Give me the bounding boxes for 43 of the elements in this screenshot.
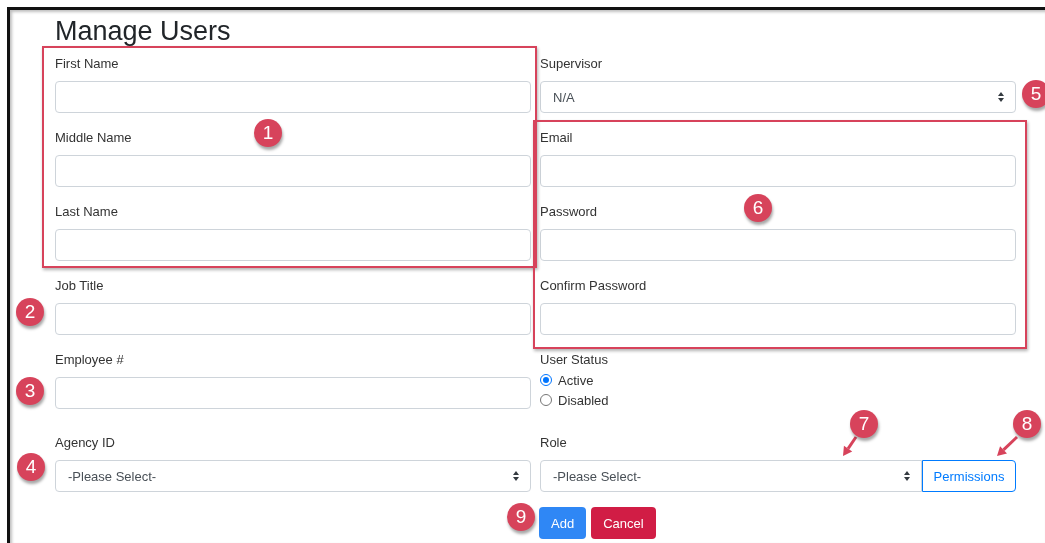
callout-badge: 2 — [16, 298, 44, 326]
callout-badge: 8 — [1013, 410, 1041, 438]
callout-badge: 6 — [744, 194, 772, 222]
callout-badge: 5 — [1022, 80, 1045, 108]
input-field[interactable] — [55, 81, 531, 113]
callout-badge: 7 — [850, 410, 878, 438]
field-label: Supervisor — [540, 56, 603, 72]
field-label: Agency ID — [55, 435, 115, 451]
field-label: Last Name — [55, 204, 118, 220]
caret-icon — [997, 91, 1005, 103]
input-field[interactable] — [540, 303, 1016, 335]
radio-label[interactable]: Active — [558, 372, 594, 388]
field-label: Job Title — [55, 278, 104, 294]
radio-label[interactable]: Disabled — [558, 392, 609, 408]
add-button[interactable]: Add — [539, 507, 587, 539]
input-field[interactable] — [540, 155, 1016, 187]
radio-button[interactable] — [540, 374, 552, 386]
field-label: Email — [540, 130, 573, 146]
select-field[interactable]: N/A — [540, 81, 1016, 113]
input-field[interactable] — [540, 229, 1016, 261]
field-label: First Name — [55, 56, 119, 72]
input-field[interactable] — [55, 155, 531, 187]
select-field[interactable]: -Please Select- — [55, 460, 531, 492]
field-label: Role — [540, 435, 567, 451]
callout-badge: 3 — [16, 377, 44, 405]
input-field[interactable] — [55, 377, 531, 409]
field-label: Confirm Password — [540, 278, 647, 294]
permissions-button[interactable]: Permissions — [922, 460, 1016, 492]
caret-icon — [512, 470, 520, 482]
field-label: User Status — [540, 352, 608, 368]
field-label: Middle Name — [55, 130, 132, 146]
radio-button[interactable] — [540, 394, 552, 406]
input-field[interactable] — [55, 303, 531, 335]
field-label: Employee # — [55, 352, 124, 368]
callout-badge: 9 — [507, 503, 535, 531]
callout-badge: 4 — [17, 453, 45, 481]
caret-icon — [903, 470, 911, 482]
callout-badge: 1 — [254, 119, 282, 147]
select-field[interactable]: -Please Select- — [540, 460, 922, 492]
input-field[interactable] — [55, 229, 531, 261]
field-label: Password — [540, 204, 598, 220]
page-title: Manage Users — [55, 15, 231, 47]
cancel-button[interactable]: Cancel — [591, 507, 656, 539]
